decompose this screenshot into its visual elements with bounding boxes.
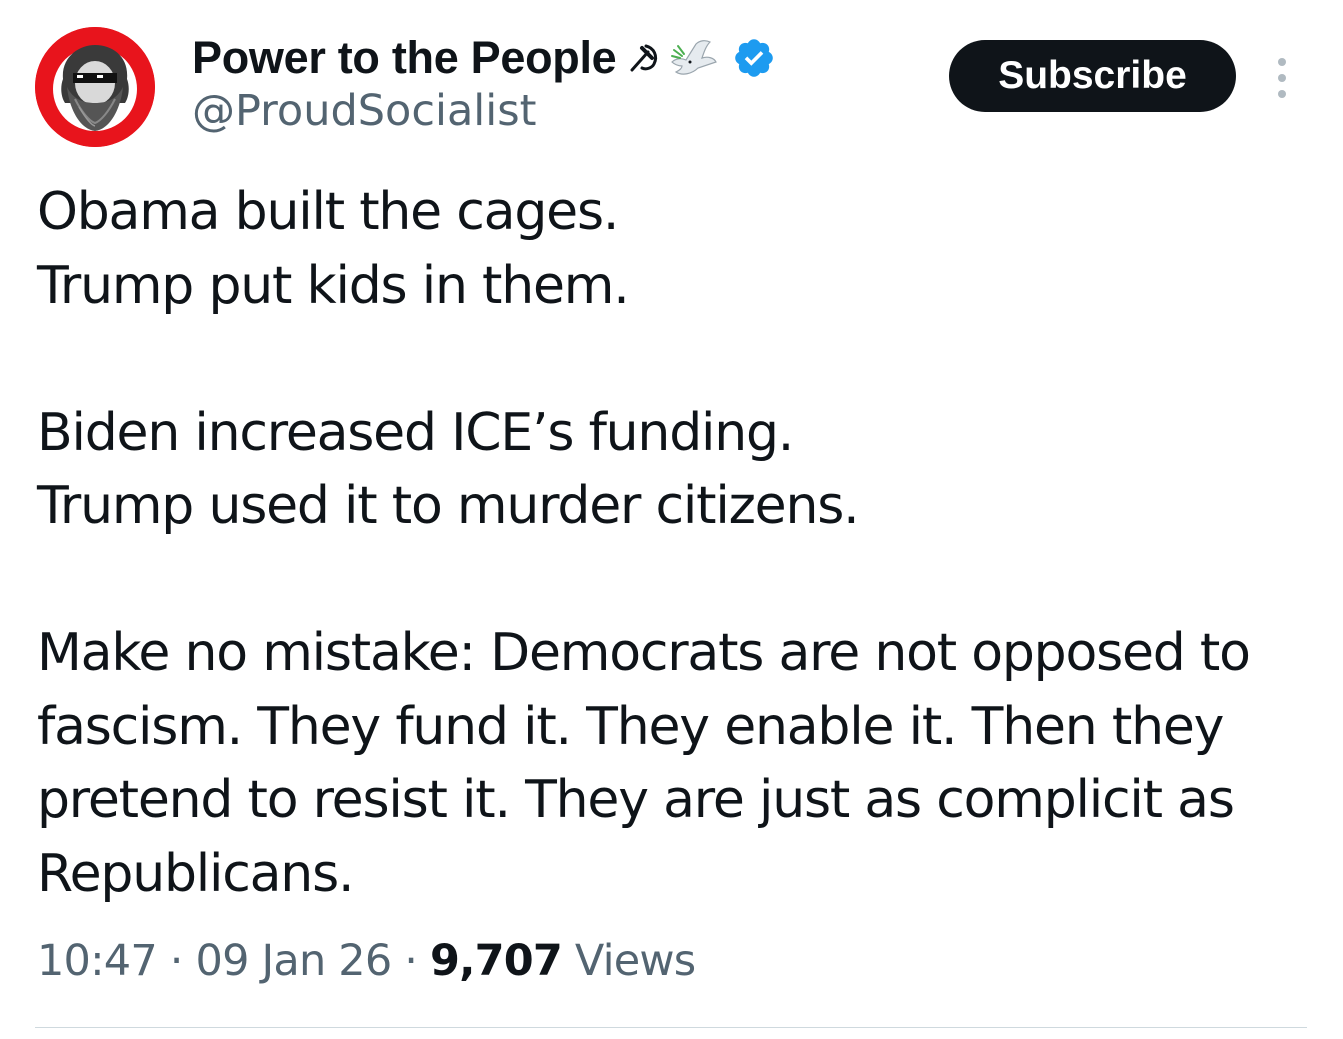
- meta-separator: ·: [169, 936, 184, 986]
- dove-icon: [666, 36, 718, 80]
- hammer-and-sickle-icon: [624, 38, 664, 78]
- author-display-name[interactable]: Power to the People: [192, 32, 617, 84]
- tweet-card: Power to the People @ProudSocialist Subs…: [0, 0, 1343, 1039]
- ellipsis-vertical-icon: [1278, 58, 1286, 98]
- divider: [35, 1027, 1307, 1028]
- tweet-line: fascism. They fund it. They enable it. T…: [37, 696, 1224, 757]
- subscribe-button[interactable]: Subscribe: [949, 40, 1236, 112]
- tweet-text: Obama built the cages. Trump put kids in…: [37, 176, 1327, 911]
- avatar-portrait-icon: [35, 27, 155, 147]
- tweet-line: Make no mistake: Democrats are not oppos…: [37, 623, 1251, 683]
- meta-separator: ·: [404, 936, 418, 986]
- avatar[interactable]: [35, 27, 155, 147]
- tweet-line: Obama built the cages.: [37, 182, 619, 242]
- views-label[interactable]: Views: [575, 936, 696, 986]
- verified-badge-icon[interactable]: [732, 36, 776, 80]
- tweet-meta: 10:47 · 09 Jan 26 · 9,707 Views: [37, 936, 696, 986]
- author-handle[interactable]: @ProudSocialist: [192, 86, 536, 136]
- more-options-button[interactable]: [1266, 54, 1298, 102]
- tweet-line: Trump put kids in them.: [37, 255, 630, 316]
- views-count[interactable]: 9,707: [430, 936, 563, 986]
- author-name-row[interactable]: Power to the People: [192, 30, 776, 86]
- tweet-line: Trump used it to murder citizens.: [37, 476, 860, 536]
- tweet-date[interactable]: 09 Jan 26: [196, 936, 393, 986]
- tweet-time[interactable]: 10:47: [37, 936, 158, 986]
- tweet-line: Republicans.: [37, 843, 354, 904]
- tweet-line: Biden increased ICE’s funding.: [37, 402, 794, 463]
- tweet-line: pretend to resist it. They are just as c…: [37, 770, 1235, 830]
